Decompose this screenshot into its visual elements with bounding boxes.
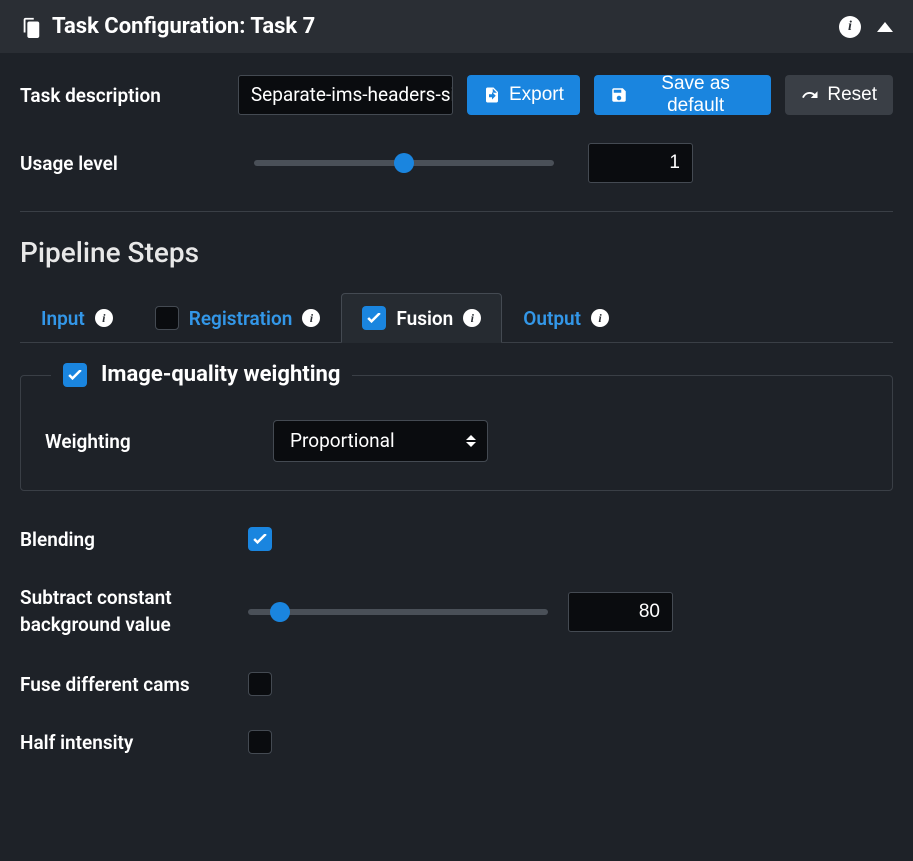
iqw-legend-label: Image-quality weighting xyxy=(101,362,340,387)
usage-level-slider[interactable] xyxy=(254,160,554,166)
tab-registration-checkbox[interactable] xyxy=(155,306,179,330)
panel-header: Task Configuration: Task 7 i xyxy=(0,0,913,53)
iqw-enabled-checkbox[interactable] xyxy=(63,363,87,387)
tab-input-info-icon[interactable]: i xyxy=(95,309,113,327)
tabs: Input i Registration i Fusion i Output i xyxy=(20,293,893,343)
tab-input-label: Input xyxy=(41,307,85,330)
blending-label: Blending xyxy=(20,528,248,551)
fuse-cams-label: Fuse different cams xyxy=(20,673,248,696)
task-description-row: Task description Separate-ims-headers-si… xyxy=(20,75,893,115)
tab-fusion-label: Fusion xyxy=(396,307,453,330)
tab-registration-label: Registration xyxy=(189,307,293,330)
save-default-button[interactable]: Save as default xyxy=(594,75,771,115)
task-description-label: Task description xyxy=(20,84,224,107)
save-icon xyxy=(610,86,628,104)
fuse-cams-row: Fuse different cams xyxy=(20,672,893,696)
tab-fusion-info-icon[interactable]: i xyxy=(463,309,481,327)
half-intensity-checkbox[interactable] xyxy=(248,730,272,754)
tab-fusion-checkbox[interactable] xyxy=(362,306,386,330)
task-config-panel: Task Configuration: Task 7 i Task descri… xyxy=(0,0,913,861)
blending-row: Blending xyxy=(20,527,893,551)
panel-body: Task description Separate-ims-headers-si… xyxy=(0,53,913,776)
subtract-bg-row: Subtract constant background value xyxy=(20,585,893,638)
export-button-label: Export xyxy=(509,84,564,106)
panel-title: Task Configuration: Task 7 xyxy=(52,14,829,39)
tab-output[interactable]: Output i xyxy=(502,293,630,342)
reset-button[interactable]: Reset xyxy=(785,75,893,115)
export-button[interactable]: Export xyxy=(467,75,580,115)
tab-registration[interactable]: Registration i xyxy=(134,293,342,342)
blending-checkbox[interactable] xyxy=(248,527,272,551)
file-export-icon xyxy=(483,86,501,104)
paste-icon xyxy=(20,16,42,38)
iqw-fieldset: Image-quality weighting Weighting Propor… xyxy=(20,375,893,491)
subtract-bg-slider[interactable] xyxy=(248,609,548,615)
header-info-icon[interactable]: i xyxy=(839,16,861,38)
weighting-select-value: Proportional xyxy=(290,429,395,452)
task-description-input[interactable]: Separate-ims-headers-single-channel xyxy=(238,75,453,115)
half-intensity-row: Half intensity xyxy=(20,730,893,754)
subtract-bg-input[interactable] xyxy=(568,592,673,632)
usage-level-row: Usage level xyxy=(20,143,893,183)
divider xyxy=(20,211,893,212)
half-intensity-label: Half intensity xyxy=(20,731,248,754)
tab-input[interactable]: Input i xyxy=(20,293,134,342)
usage-level-label: Usage level xyxy=(20,152,240,175)
subtract-bg-label: Subtract constant background value xyxy=(20,585,248,638)
redo-icon xyxy=(801,86,819,104)
collapse-icon[interactable] xyxy=(877,22,893,32)
usage-level-input[interactable] xyxy=(588,143,693,183)
weighting-select[interactable]: Proportional xyxy=(273,420,488,462)
weighting-label: Weighting xyxy=(45,430,273,453)
fuse-cams-checkbox[interactable] xyxy=(248,672,272,696)
tab-output-label: Output xyxy=(523,307,581,330)
save-default-label: Save as default xyxy=(636,73,755,117)
iqw-legend: Image-quality weighting xyxy=(51,362,352,387)
pipeline-steps-title: Pipeline Steps xyxy=(20,236,893,269)
tab-fusion[interactable]: Fusion i xyxy=(341,293,502,343)
tab-output-info-icon[interactable]: i xyxy=(591,309,609,327)
reset-button-label: Reset xyxy=(827,84,877,106)
tab-registration-info-icon[interactable]: i xyxy=(302,309,320,327)
